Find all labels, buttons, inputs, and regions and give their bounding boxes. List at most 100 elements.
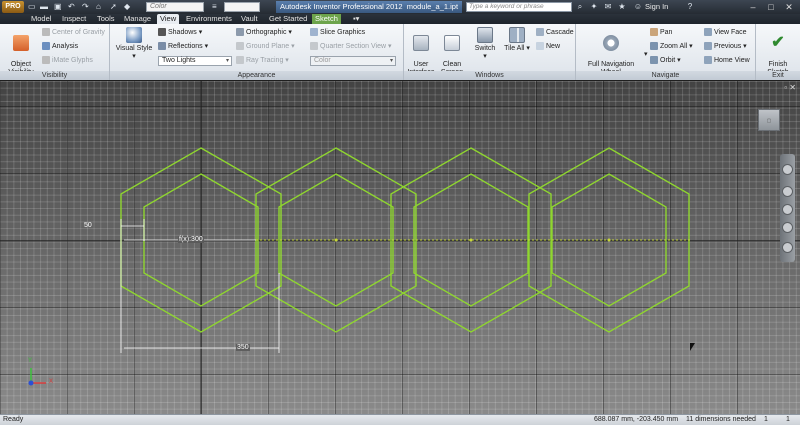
imate-glyphs-button[interactable]: iMate Glyphs <box>42 56 93 66</box>
tab-inspect[interactable]: Inspect <box>59 14 89 24</box>
material-icon[interactable]: ◆ <box>124 1 130 13</box>
favorites-icon[interactable]: ★ <box>616 1 628 13</box>
tab-tools[interactable]: Tools <box>94 14 118 24</box>
tab-environments[interactable]: Environments <box>183 14 235 24</box>
zoom-icon <box>650 42 658 51</box>
object-visibility-button[interactable]: Object Visibility <box>4 27 38 77</box>
application-menu-button[interactable]: PRO <box>2 1 24 13</box>
communication-icon[interactable]: ✉ <box>602 1 614 13</box>
previous-view-label: Previous <box>714 43 742 50</box>
tab-get-started[interactable]: Get Started <box>266 14 310 24</box>
style-dropdown[interactable] <box>224 2 260 12</box>
center-of-gravity-icon <box>42 28 50 37</box>
slice-graphics-label: Slice Graphics <box>320 29 366 36</box>
ribbon-options-icon[interactable]: ▪▾ <box>350 14 362 24</box>
lighting-dropdown[interactable]: Two Lights ▾ <box>158 56 232 66</box>
steering-wheel-icon[interactable] <box>782 164 793 175</box>
sign-in-button[interactable]: Sign In <box>645 1 668 13</box>
tab-sketch[interactable]: Sketch <box>312 14 341 24</box>
view-cube[interactable]: ▢ <box>758 109 780 131</box>
open-icon[interactable]: ▬ <box>40 1 48 13</box>
pan-button[interactable]: Pan <box>650 28 672 38</box>
windows-panel: User Interface Clean Screen Switch▾ Tile… <box>404 24 576 80</box>
redo-icon[interactable]: ↷ <box>82 1 89 13</box>
visual-style-button[interactable]: Visual Style ▾ <box>114 27 154 61</box>
ground-plane-button[interactable]: Ground Plane ▾ <box>236 42 295 52</box>
reflections-button[interactable]: Reflections ▾ <box>158 42 208 52</box>
full-navigation-wheel-button[interactable]: Full Navigation Wheel <box>580 27 642 77</box>
ray-tracing-icon <box>236 56 244 65</box>
navigation-wheel-dropdown-icon[interactable]: ▾ <box>644 50 648 60</box>
zoom-all-button[interactable]: Zoom All ▾ <box>650 42 693 52</box>
cascade-button[interactable]: Cascade <box>536 28 574 38</box>
graphics-window[interactable]: ▫ ✕ 50 f(x):300 350 Y X ▢ <box>0 81 800 414</box>
maximize-button[interactable]: □ <box>762 0 780 14</box>
new-window-button[interactable]: New <box>536 42 560 52</box>
triad-x-label: X <box>49 379 54 385</box>
title-bar: PRO ▭ ▬ ▣ ↶ ↷ ⌂ ➚ ◆ Color ≡ Autodesk Inv… <box>0 0 800 14</box>
center-of-gravity-button[interactable]: Center of Gravity <box>42 28 105 38</box>
dimension-300-label[interactable]: f(x):300 <box>178 236 204 243</box>
center-point <box>334 238 338 242</box>
user-icon[interactable]: ☺ <box>632 1 644 13</box>
checkmark-icon: ✔ <box>771 34 785 51</box>
window-title: Autodesk Inventor Professional 2012 modu… <box>276 1 463 13</box>
search-icon[interactable]: ⌕ <box>574 1 586 13</box>
slice-graphics-button[interactable]: Slice Graphics <box>310 28 365 38</box>
switch-button[interactable]: Switch ▾ <box>472 27 498 61</box>
tab-manage[interactable]: Manage <box>121 14 154 24</box>
windows-panel-title: Windows <box>404 71 575 80</box>
pan-nav-icon[interactable] <box>782 186 793 197</box>
dimensions-needed: 11 dimensions needed <box>686 416 756 423</box>
tile-all-label: Tile All <box>504 45 525 52</box>
previous-view-button[interactable]: Previous ▾ <box>704 42 747 52</box>
home-view-label: Home View <box>714 57 750 64</box>
view-face-button[interactable]: View Face <box>704 28 747 38</box>
tab-view[interactable]: View <box>157 14 180 24</box>
shadows-icon <box>158 28 166 37</box>
home-icon[interactable]: ⌂ <box>96 1 101 13</box>
shadows-button[interactable]: Shadows ▾ <box>158 28 202 38</box>
orbit-nav-icon[interactable] <box>782 222 793 233</box>
ray-tracing-button[interactable]: Ray Tracing ▾ <box>236 56 289 66</box>
clean-screen-button[interactable]: Clean Screen <box>438 27 466 77</box>
status-bar: Ready 688.087 mm, -203.450 mm 11 dimensi… <box>0 414 800 425</box>
analysis-button[interactable]: Analysis <box>42 42 78 52</box>
dimension-350-label[interactable]: 350 <box>236 344 250 351</box>
tab-vault[interactable]: Vault <box>238 14 261 24</box>
new-icon[interactable]: ▭ <box>28 1 36 13</box>
exit-panel-title: Exit <box>756 71 800 80</box>
zoom-nav-icon[interactable] <box>782 204 793 215</box>
save-icon[interactable]: ▣ <box>54 1 62 13</box>
previous-view-icon <box>704 42 712 51</box>
cursor-coordinates: 688.087 mm, -203.450 mm <box>594 416 679 423</box>
help-icon[interactable]: ? <box>684 1 696 13</box>
pan-icon <box>650 28 658 37</box>
new-window-icon <box>536 42 544 51</box>
search-input[interactable]: Type a keyword or phrase <box>466 2 572 12</box>
quarter-section-view-button[interactable]: Quarter Section View ▾ <box>310 42 391 52</box>
subscription-icon[interactable]: ✦ <box>588 1 600 13</box>
select-icon[interactable]: ➚ <box>110 1 117 13</box>
dimension-50-label[interactable]: 50 <box>84 222 92 229</box>
visual-style-label: Visual Style <box>115 45 153 52</box>
appearance-dropdown[interactable]: Color <box>146 2 204 12</box>
tab-model[interactable]: Model <box>28 14 54 24</box>
sketch-geometry <box>0 81 800 414</box>
close-button[interactable]: ✕ <box>780 0 798 14</box>
orthographic-icon <box>236 28 244 37</box>
minimize-button[interactable]: – <box>744 0 762 14</box>
orbit-button[interactable]: Orbit ▾ <box>650 56 681 66</box>
ribbon-tabs: Model Inspect Tools Manage View Environm… <box>0 14 800 24</box>
tile-all-button[interactable]: Tile All ▾ <box>502 27 532 53</box>
look-at-nav-icon[interactable] <box>782 242 793 253</box>
user-interface-button[interactable]: User Interface <box>406 27 436 77</box>
exit-panel: ✔ Finish Sketch Exit <box>756 24 800 80</box>
finish-sketch-button[interactable]: ✔ Finish Sketch <box>758 27 798 77</box>
undo-icon[interactable]: ↶ <box>68 1 75 13</box>
analysis-label: Analysis <box>52 43 79 50</box>
color-override-dropdown[interactable]: Color ▾ <box>310 56 396 66</box>
home-view-button[interactable]: Home View <box>704 56 750 66</box>
style-icon[interactable]: ≡ <box>212 1 217 13</box>
orthographic-button[interactable]: Orthographic ▾ <box>236 28 292 38</box>
